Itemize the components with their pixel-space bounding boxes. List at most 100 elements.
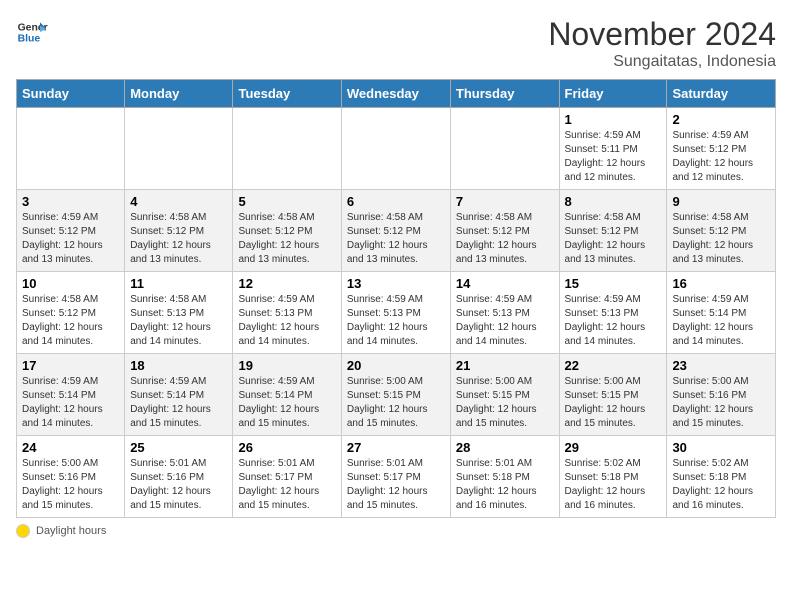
day-info: Sunrise: 4:58 AMSunset: 5:12 PMDaylight:…	[565, 211, 662, 267]
title-block: November 2024 Sungaitatas, Indonesia	[548, 16, 776, 71]
day-number: 29	[565, 440, 662, 455]
page-header: General Blue November 2024 Sungaitatas, …	[16, 16, 776, 71]
day-header-sunday: Sunday	[17, 80, 125, 108]
calendar-table: SundayMondayTuesdayWednesdayThursdayFrid…	[16, 79, 776, 518]
calendar-cell: 28 Sunrise: 5:01 AMSunset: 5:18 PMDayligh…	[450, 436, 559, 518]
day-header-tuesday: Tuesday	[233, 80, 341, 108]
calendar-cell: 22Sunrise: 5:00 AMSunset: 5:15 PMDayligh…	[559, 354, 667, 436]
calendar-cell	[17, 108, 125, 190]
day-info: Sunrise: 4:59 AMSunset: 5:14 PMDaylight:…	[238, 375, 335, 431]
calendar-cell: 25Sunrise: 5:01 AMSunset: 5:16 PMDayligh…	[125, 436, 233, 518]
day-info: Sunrise: 4:58 AMSunset: 5:12 PMDaylight:…	[130, 211, 227, 267]
day-info: Sunrise: 4:58 AMSunset: 5:12 PMDaylight:…	[347, 211, 445, 267]
day-number: 2	[672, 112, 770, 127]
day-number: 20	[347, 358, 445, 373]
day-info: Sunrise: 5:02 AMSunset: 5:18 PMDaylight:…	[565, 457, 662, 513]
day-number: 21	[456, 358, 554, 373]
day-number: 17	[22, 358, 119, 373]
calendar-cell: 4 Sunrise: 4:58 AMSunset: 5:12 PMDaylight…	[125, 190, 233, 272]
day-number: 30	[672, 440, 770, 455]
calendar-cell: 11 Sunrise: 4:58 AMSunset: 5:13 PMDayligh…	[125, 272, 233, 354]
day-number: 12	[238, 276, 335, 291]
day-info: Sunrise: 4:58 AMSunset: 5:13 PMDaylight:…	[130, 293, 227, 349]
day-header-friday: Friday	[559, 80, 667, 108]
calendar-cell: 26Sunrise: 5:01 AMSunset: 5:17 PMDayligh…	[233, 436, 341, 518]
day-header-thursday: Thursday	[450, 80, 559, 108]
day-header-monday: Monday	[125, 80, 233, 108]
calendar-cell	[450, 108, 559, 190]
day-info: Sunrise: 4:59 AMSunset: 5:12 PMDaylight:…	[672, 129, 770, 185]
day-number: 8	[565, 194, 662, 209]
day-number: 7	[456, 194, 554, 209]
day-number: 4	[130, 194, 227, 209]
day-number: 11	[130, 276, 227, 291]
day-info: Sunrise: 5:01 AMSunset: 5:17 PMDaylight:…	[347, 457, 445, 513]
day-number: 16	[672, 276, 770, 291]
month-title: November 2024	[548, 16, 776, 53]
calendar-week-row: 24 Sunrise: 5:00 AMSunset: 5:16 PMDayligh…	[17, 436, 776, 518]
calendar-cell: 13 Sunrise: 4:59 AMSunset: 5:13 PMDayligh…	[341, 272, 450, 354]
calendar-cell: 1 Sunrise: 4:59 AMSunset: 5:11 PMDaylight…	[559, 108, 667, 190]
daylight-label: Daylight hours	[36, 525, 106, 537]
calendar-cell	[233, 108, 341, 190]
day-info: Sunrise: 4:59 AMSunset: 5:13 PMDaylight:…	[347, 293, 445, 349]
calendar-cell: 14 Sunrise: 4:59 AMSunset: 5:13 PMDayligh…	[450, 272, 559, 354]
day-info: Sunrise: 4:59 AMSunset: 5:13 PMDaylight:…	[565, 293, 662, 349]
calendar-header-row: SundayMondayTuesdayWednesdayThursdayFrid…	[17, 80, 776, 108]
day-number: 6	[347, 194, 445, 209]
calendar-cell: 18 Sunrise: 4:59 AMSunset: 5:14 PMDayligh…	[125, 354, 233, 436]
calendar-cell: 20 Sunrise: 5:00 AMSunset: 5:15 PMDayligh…	[341, 354, 450, 436]
calendar-week-row: 3 Sunrise: 4:59 AMSunset: 5:12 PMDaylight…	[17, 190, 776, 272]
day-number: 28	[456, 440, 554, 455]
calendar-cell: 16Sunrise: 4:59 AMSunset: 5:14 PMDayligh…	[667, 272, 776, 354]
day-info: Sunrise: 5:01 AMSunset: 5:18 PMDaylight:…	[456, 457, 554, 513]
day-number: 13	[347, 276, 445, 291]
day-number: 15	[565, 276, 662, 291]
day-info: Sunrise: 5:00 AMSunset: 5:16 PMDaylight:…	[22, 457, 119, 513]
day-info: Sunrise: 5:00 AMSunset: 5:15 PMDaylight:…	[347, 375, 445, 431]
day-number: 23	[672, 358, 770, 373]
day-info: Sunrise: 4:59 AMSunset: 5:11 PMDaylight:…	[565, 129, 662, 185]
calendar-cell: 27Sunrise: 5:01 AMSunset: 5:17 PMDayligh…	[341, 436, 450, 518]
day-info: Sunrise: 4:58 AMSunset: 5:12 PMDaylight:…	[456, 211, 554, 267]
day-number: 24	[22, 440, 119, 455]
day-info: Sunrise: 5:00 AMSunset: 5:15 PMDaylight:…	[565, 375, 662, 431]
day-info: Sunrise: 4:58 AMSunset: 5:12 PMDaylight:…	[22, 293, 119, 349]
day-info: Sunrise: 4:59 AMSunset: 5:12 PMDaylight:…	[22, 211, 119, 267]
calendar-cell: 8 Sunrise: 4:58 AMSunset: 5:12 PMDaylight…	[559, 190, 667, 272]
calendar-week-row: 10Sunrise: 4:58 AMSunset: 5:12 PMDayligh…	[17, 272, 776, 354]
calendar-week-row: 17 Sunrise: 4:59 AMSunset: 5:14 PMDayligh…	[17, 354, 776, 436]
day-number: 19	[238, 358, 335, 373]
calendar-cell: 21Sunrise: 5:00 AMSunset: 5:15 PMDayligh…	[450, 354, 559, 436]
calendar-cell: 6 Sunrise: 4:58 AMSunset: 5:12 PMDaylight…	[341, 190, 450, 272]
day-info: Sunrise: 4:59 AMSunset: 5:13 PMDaylight:…	[238, 293, 335, 349]
calendar-week-row: 1 Sunrise: 4:59 AMSunset: 5:11 PMDaylight…	[17, 108, 776, 190]
calendar-cell	[341, 108, 450, 190]
calendar-cell	[125, 108, 233, 190]
calendar-cell: 29 Sunrise: 5:02 AMSunset: 5:18 PMDayligh…	[559, 436, 667, 518]
day-info: Sunrise: 4:59 AMSunset: 5:14 PMDaylight:…	[130, 375, 227, 431]
daylight-legend: Daylight hours	[16, 524, 106, 538]
day-number: 14	[456, 276, 554, 291]
day-number: 18	[130, 358, 227, 373]
day-number: 9	[672, 194, 770, 209]
day-header-saturday: Saturday	[667, 80, 776, 108]
logo-icon: General Blue	[16, 16, 48, 48]
svg-text:Blue: Blue	[18, 34, 41, 45]
day-info: Sunrise: 4:59 AMSunset: 5:13 PMDaylight:…	[456, 293, 554, 349]
day-info: Sunrise: 5:02 AMSunset: 5:18 PMDaylight:…	[672, 457, 770, 513]
day-info: Sunrise: 5:00 AMSunset: 5:16 PMDaylight:…	[672, 375, 770, 431]
day-number: 1	[565, 112, 662, 127]
day-info: Sunrise: 4:58 AMSunset: 5:12 PMDaylight:…	[672, 211, 770, 267]
calendar-cell: 12 Sunrise: 4:59 AMSunset: 5:13 PMDayligh…	[233, 272, 341, 354]
calendar-cell: 30 Sunrise: 5:02 AMSunset: 5:18 PMDayligh…	[667, 436, 776, 518]
day-info: Sunrise: 4:58 AMSunset: 5:12 PMDaylight:…	[238, 211, 335, 267]
day-info: Sunrise: 4:59 AMSunset: 5:14 PMDaylight:…	[22, 375, 119, 431]
day-number: 26	[238, 440, 335, 455]
calendar-cell: 7 Sunrise: 4:58 AMSunset: 5:12 PMDaylight…	[450, 190, 559, 272]
calendar-cell: 10Sunrise: 4:58 AMSunset: 5:12 PMDayligh…	[17, 272, 125, 354]
calendar-cell: 3 Sunrise: 4:59 AMSunset: 5:12 PMDaylight…	[17, 190, 125, 272]
day-number: 3	[22, 194, 119, 209]
calendar-cell: 23 Sunrise: 5:00 AMSunset: 5:16 PMDayligh…	[667, 354, 776, 436]
location-subtitle: Sungaitatas, Indonesia	[548, 53, 776, 71]
